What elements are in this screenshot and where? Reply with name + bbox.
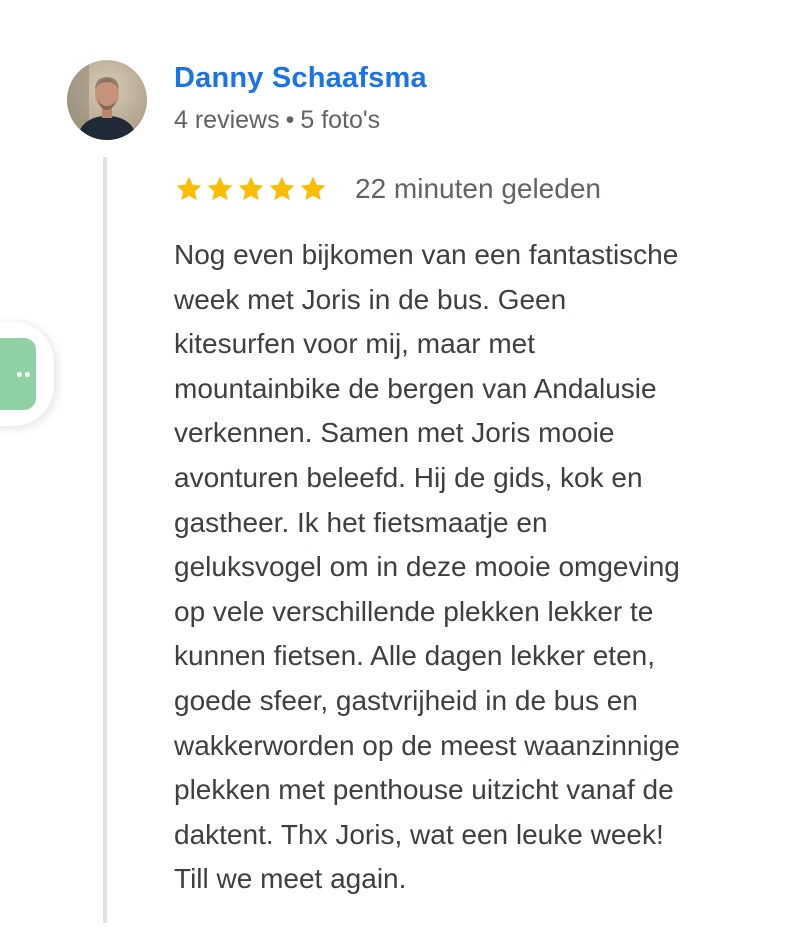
star-icon [300, 176, 326, 201]
reviewer-meta: 4 reviews • 5 foto's [174, 106, 380, 135]
star-icon [269, 176, 295, 201]
more-dots-icon [17, 371, 30, 377]
rating-row: 22 minuten geleden [174, 170, 601, 208]
review-card: Danny Schaafsma 4 reviews • 5 foto's 22 mi… [0, 0, 800, 933]
meta-separator: • [285, 106, 295, 134]
thread-line [103, 157, 107, 923]
more-options-button[interactable] [0, 338, 36, 410]
avatar-photo [67, 60, 147, 140]
star-icon [238, 176, 264, 201]
star-icon [176, 176, 202, 201]
review-timestamp: 22 minuten geleden [355, 173, 601, 204]
star-icon [207, 176, 233, 201]
photo-count: 5 foto's [300, 106, 381, 134]
review-count: 4 reviews [174, 106, 280, 134]
reviewer-name[interactable]: Danny Schaafsma [174, 62, 427, 95]
star-rating [174, 174, 328, 204]
review-text: Nog even bijkomen van een fantastische w… [174, 239, 680, 895]
avatar[interactable] [67, 60, 147, 140]
